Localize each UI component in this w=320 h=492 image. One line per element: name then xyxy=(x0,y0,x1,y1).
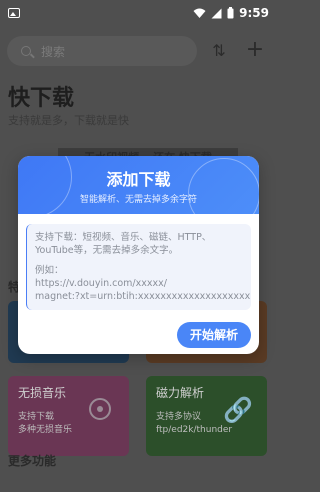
dialog-subtitle: 智能解析、无需去掉多余字符 xyxy=(79,195,197,205)
dialog-header: 添加下载 智能解析、无需去掉多余字符 xyxy=(18,156,259,214)
search-placeholder: 搜索 xyxy=(41,44,66,59)
dialog-title: 添加下载 xyxy=(106,170,171,189)
placeholder-line: YouTube等，无需去掉多余文字。 xyxy=(35,245,179,256)
page-title: 快下载 xyxy=(8,86,75,111)
url-input[interactable]: 支持下载：短视频、音乐、磁链、HTTP、 YouTube等，无需去掉多余文字。 … xyxy=(26,224,251,310)
card-desc-line: 多种无损音乐 xyxy=(18,425,73,435)
music-disc-icon xyxy=(89,398,111,420)
signal-icon xyxy=(211,8,222,18)
start-parse-button[interactable]: 开始解析 xyxy=(177,322,251,348)
status-time: 9:59 xyxy=(239,6,269,20)
search-input[interactable]: 搜索 xyxy=(7,36,197,66)
battery-icon xyxy=(227,7,234,19)
add-download-dialog: 添加下载 智能解析、无需去掉多余字符 支持下载：短视频、音乐、磁链、HTTP、 … xyxy=(18,156,259,354)
feature-card-magnet[interactable]: 磁力解析 支持多协议 ftp/ed2k/thunder 🔗 xyxy=(146,376,267,456)
sort-icon[interactable]: ⇅ xyxy=(209,41,229,61)
placeholder-line: 支持下载：短视频、音乐、磁链、HTTP、 xyxy=(35,232,212,243)
add-icon[interactable]: + xyxy=(245,39,265,61)
page-subtitle: 支持就是多，下载就是快 xyxy=(8,114,129,127)
wifi-icon xyxy=(193,8,206,18)
placeholder-line: 例如： xyxy=(35,265,64,276)
feature-card-music[interactable]: 无损音乐 支持下载 多种无损音乐 xyxy=(8,376,129,456)
status-bar: 9:59 xyxy=(0,0,277,26)
more-section-title: 更多功能 xyxy=(8,454,57,468)
placeholder-line: magnet:?xt=urn:btih:xxxxxxxxxxxxxxxxxxxx xyxy=(35,291,251,302)
gallery-icon xyxy=(8,8,20,18)
link-icon: 🔗 xyxy=(223,396,253,424)
placeholder-gap xyxy=(35,257,243,264)
placeholder-line: https://v.douyin.com/xxxxx/ xyxy=(35,278,167,289)
card-desc-line: ftp/ed2k/thunder xyxy=(156,425,233,435)
search-row: 搜索 ⇅ + xyxy=(7,36,270,66)
search-icon xyxy=(21,46,31,56)
